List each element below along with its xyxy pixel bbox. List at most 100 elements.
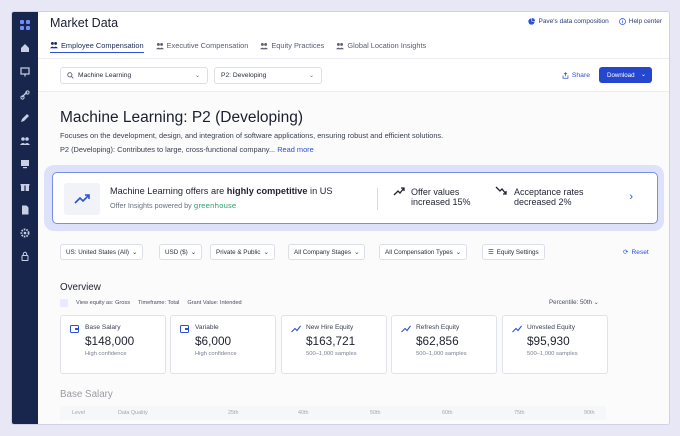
chevron-down-icon: ⌄ <box>194 73 200 79</box>
top-links: Pave's data composition Help center <box>528 18 662 25</box>
help-center-link[interactable]: Help center <box>618 18 662 25</box>
chevron-down-icon: ⌄ <box>354 248 360 256</box>
acceptance-rates-stat: Acceptance rates decreased 2% <box>514 187 584 207</box>
job-filter-bar: Machine Learning ⌄ P2: Developing ⌄ Shar… <box>38 58 669 92</box>
card-sample-size: 500–1,000 samples <box>527 351 578 357</box>
card-new-hire-equity[interactable]: New Hire Equity $163,721 500–1,000 sampl… <box>281 315 387 374</box>
filter-location[interactable]: US: United States (All) ⌄ <box>60 244 144 260</box>
tab-global-location-insights[interactable]: Global Location Insights <box>336 38 426 53</box>
chevron-down-icon: ⌄ <box>593 299 599 306</box>
card-variable[interactable]: Variable $6,000 High confidence <box>170 315 276 374</box>
card-confidence: High confidence <box>195 351 237 357</box>
filter-label: US: United States (All) <box>66 248 129 256</box>
filter-company-stage[interactable]: All Company Stages ⌄ <box>288 244 366 260</box>
insight-headline-pre: Machine Learning offers are <box>110 186 227 196</box>
document-icon[interactable] <box>12 202 38 218</box>
insight-attribution: Offer Insights powered by greenhouse <box>110 201 236 210</box>
base-salary-title: Base Salary <box>60 389 113 400</box>
column-header: 40th <box>298 410 309 416</box>
share-icon <box>562 72 569 79</box>
grant-value-setting: Grant Value: Intended <box>187 300 242 306</box>
equity-view-setting: View equity as: Gross <box>76 300 130 306</box>
data-composition-link[interactable]: Pave's data composition <box>528 18 609 25</box>
card-refresh-equity[interactable]: Refresh Equity $62,856 500–1,000 samples <box>391 315 497 374</box>
wallet-icon <box>70 325 79 333</box>
share-button[interactable]: Share <box>562 72 590 79</box>
filter-currency[interactable]: USD ($) ⌄ <box>159 244 203 260</box>
settings-icon[interactable] <box>60 299 68 307</box>
offer-insight-banner[interactable]: Machine Learning offers are highly compe… <box>52 172 658 224</box>
main-content: Market Data Pave's data composition Help… <box>38 12 669 424</box>
home-icon[interactable] <box>12 40 38 56</box>
card-label: Unvested Equity <box>527 324 576 331</box>
people-icon <box>260 42 269 49</box>
gift-icon[interactable] <box>12 179 38 195</box>
top-bar: Market Data Pave's data composition Help… <box>38 12 669 58</box>
pencil-icon[interactable] <box>12 110 38 126</box>
column-header: 90th <box>584 410 595 416</box>
filter-company-type[interactable]: Private & Public ⌄ <box>210 244 275 260</box>
help-center-label: Help center <box>628 18 662 25</box>
tab-bar: Employee Compensation Executive Compensa… <box>50 38 426 53</box>
acceptance-rates-line2: decreased 2% <box>514 197 572 207</box>
overview-settings: View equity as: Gross Timeframe: Total G… <box>60 299 242 307</box>
arrow-up-right-icon <box>393 187 405 196</box>
gear-icon[interactable] <box>12 225 38 241</box>
base-salary-table-header: Level Data Quality 25th 40th 50th 60th 7… <box>60 406 606 420</box>
search-icon <box>67 72 74 79</box>
download-label: Download <box>607 71 635 79</box>
trending-up-icon <box>401 325 411 333</box>
insight-headline: Machine Learning offers are highly compe… <box>110 186 333 196</box>
greenhouse-logo: greenhouse <box>193 201 237 210</box>
people-icon <box>336 42 345 49</box>
percentile-value: Percentile: 50th <box>549 299 592 306</box>
column-header: Level <box>72 410 85 416</box>
insight-attribution-text: Offer Insights powered by <box>110 201 194 210</box>
job-search-value: Machine Learning <box>78 72 132 79</box>
equity-settings-button[interactable]: ☰ Equity Settings <box>482 244 545 260</box>
people-icon[interactable] <box>12 133 38 149</box>
chevron-right-icon[interactable]: › <box>629 191 633 203</box>
read-more-link[interactable]: Read more <box>277 145 314 154</box>
monitor-icon[interactable] <box>12 156 38 172</box>
logo-grid-icon[interactable] <box>12 17 38 33</box>
filter-compensation-types[interactable]: All Compensation Types ⌄ <box>379 244 468 260</box>
filter-label: USD ($) <box>165 248 188 256</box>
download-button[interactable]: Download ⌄ <box>599 67 652 83</box>
timeframe-setting: Timeframe: Total <box>138 300 180 306</box>
level-select[interactable]: P2: Developing ⌄ <box>214 67 322 84</box>
info-icon <box>618 18 626 25</box>
tab-employee-compensation[interactable]: Employee Compensation <box>50 38 144 53</box>
tab-label: Executive Compensation <box>166 41 249 50</box>
filter-label: All Compensation Types <box>385 248 453 256</box>
card-sample-size: 500–1,000 samples <box>416 351 467 357</box>
card-unvested-equity[interactable]: Unvested Equity $95,930 500–1,000 sample… <box>502 315 608 374</box>
chevron-down-icon: ⌄ <box>308 73 314 79</box>
presentation-icon[interactable] <box>12 64 38 80</box>
reset-button[interactable]: ⟳ Reset <box>623 248 649 257</box>
trending-up-icon <box>291 325 301 333</box>
arrow-down-right-icon <box>495 186 507 195</box>
lock-icon[interactable] <box>12 248 38 264</box>
job-search-select[interactable]: Machine Learning ⌄ <box>60 67 208 84</box>
card-value: $163,721 <box>306 334 356 348</box>
card-value: $148,000 <box>85 334 135 348</box>
link-icon[interactable] <box>12 87 38 103</box>
data-composition-label: Pave's data composition <box>538 18 609 25</box>
card-confidence: High confidence <box>85 351 127 357</box>
job-description: Focuses on the development, design, and … <box>60 131 444 140</box>
card-base-salary[interactable]: Base Salary $148,000 High confidence <box>60 315 166 374</box>
tab-label: Employee Compensation <box>61 40 144 50</box>
percentile-select[interactable]: Percentile: 50th ⌄ <box>549 299 599 306</box>
card-value: $95,930 <box>527 334 570 348</box>
tab-equity-practices[interactable]: Equity Practices <box>260 38 324 53</box>
tab-executive-compensation[interactable]: Executive Compensation <box>155 38 249 53</box>
insight-headline-bold: highly competitive <box>226 186 308 196</box>
card-label: Base Salary <box>85 324 121 331</box>
job-level-description: P2 (Developing): Contributes to large, c… <box>60 145 314 154</box>
tab-label: Global Location Insights <box>347 41 427 50</box>
filter-label: Equity Settings <box>496 248 539 256</box>
reset-label: Reset <box>631 248 649 256</box>
card-label: New Hire Equity <box>306 324 354 331</box>
card-sample-size: 500–1,000 samples <box>306 351 357 357</box>
